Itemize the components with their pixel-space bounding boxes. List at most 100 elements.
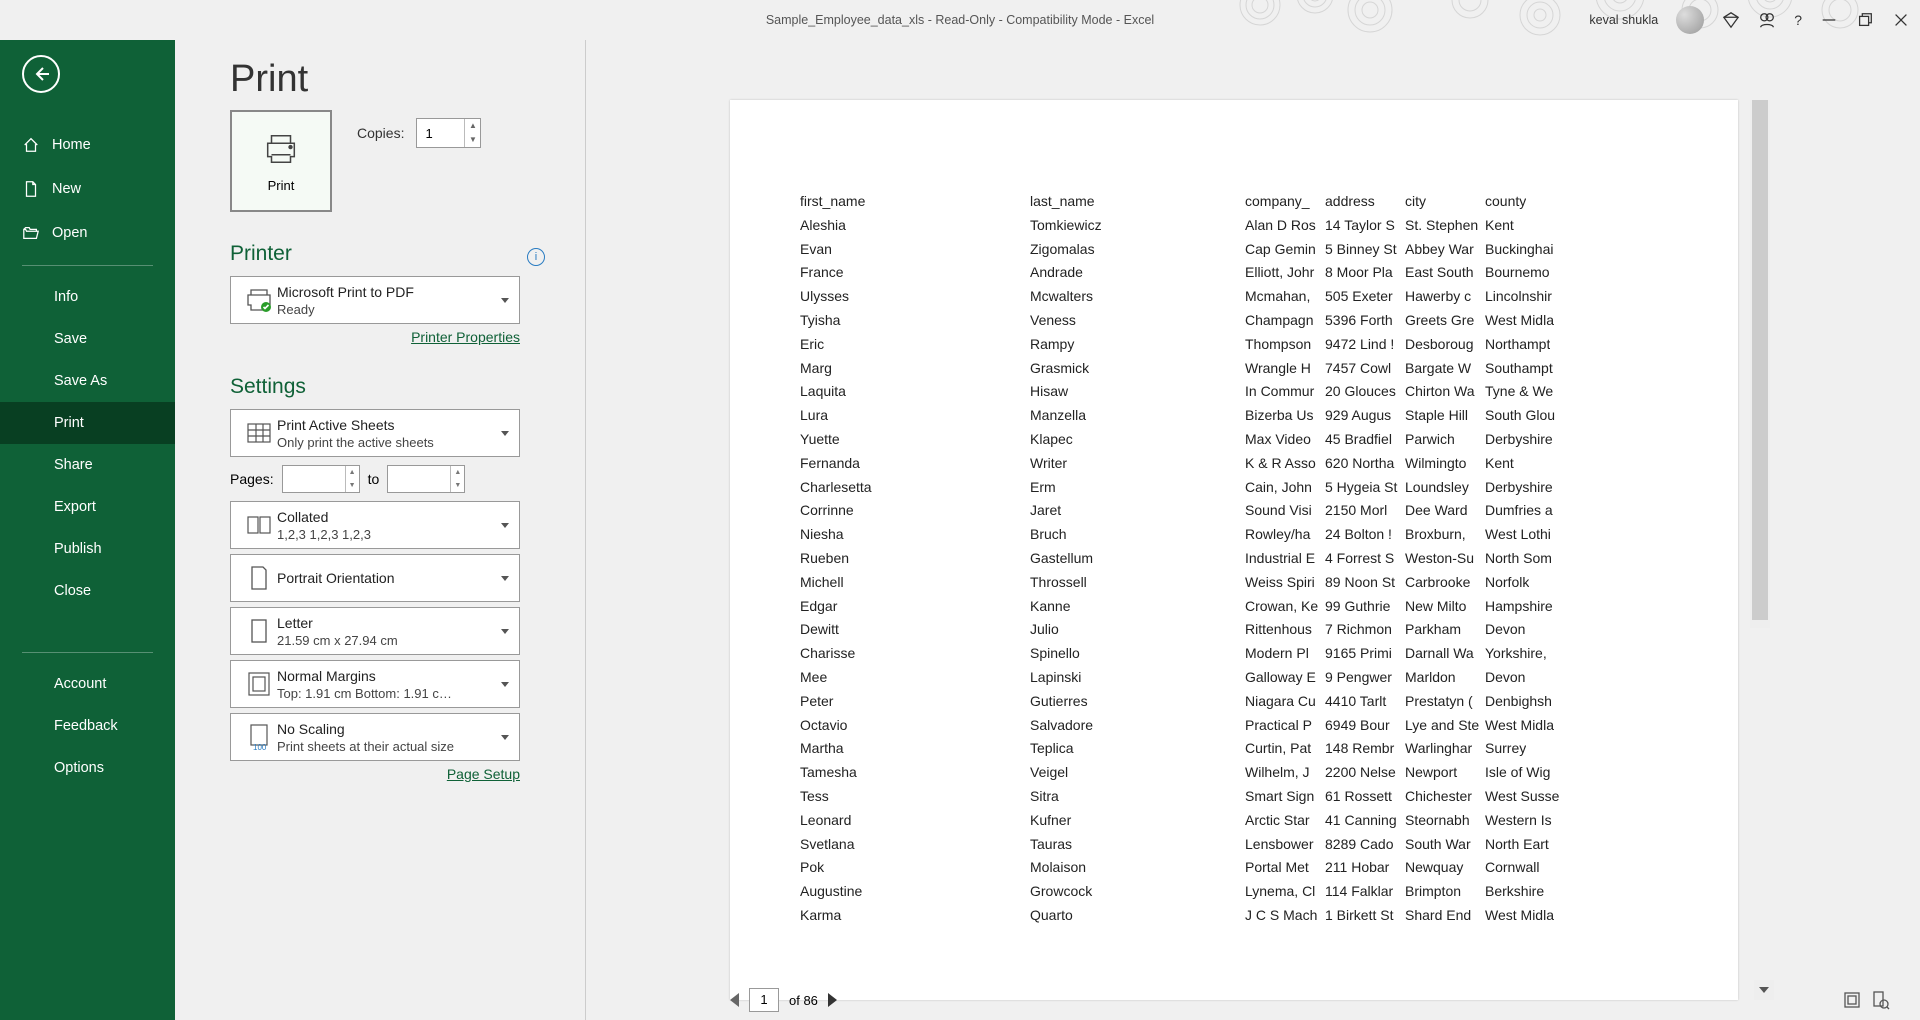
- pages-row: Pages: ▲▼ to ▲▼: [230, 465, 545, 493]
- collate-dropdown[interactable]: Collated 1,2,3 1,2,3 1,2,3: [230, 501, 520, 549]
- chevron-down-icon: [501, 629, 509, 634]
- nav-open[interactable]: Open: [0, 211, 175, 255]
- chevron-down-icon: [501, 523, 509, 528]
- feedback-icon[interactable]: [1758, 11, 1776, 29]
- scale-icon: 100: [241, 723, 277, 751]
- panel-divider: [585, 40, 586, 1020]
- page-icon: [241, 618, 277, 644]
- page-navigation: 1 of 86: [730, 988, 837, 1012]
- page-setup-link[interactable]: Page Setup: [230, 766, 520, 782]
- copies-spinner[interactable]: 1 ▲ ▼: [416, 118, 481, 148]
- print-button[interactable]: Print: [230, 110, 332, 212]
- svg-text:100: 100: [253, 743, 267, 751]
- nav-close[interactable]: Close: [0, 570, 175, 612]
- nav-label: Save: [54, 331, 87, 347]
- scaling-desc: Print sheets at their actual size: [277, 739, 495, 754]
- nav-options[interactable]: Options: [0, 747, 175, 789]
- restore-icon[interactable]: [1856, 11, 1874, 29]
- nav-divider: [22, 652, 153, 653]
- pages-to-input[interactable]: ▲▼: [387, 465, 465, 493]
- print-what-desc: Only print the active sheets: [277, 435, 495, 450]
- nav-new[interactable]: New: [0, 167, 175, 211]
- paper-size-dropdown[interactable]: Letter 21.59 cm x 27.94 cm: [230, 607, 520, 655]
- nav-label: Save As: [54, 373, 107, 389]
- orientation-dropdown[interactable]: Portrait Orientation: [230, 554, 520, 602]
- chevron-down-icon: [501, 298, 509, 303]
- nav-label: Open: [52, 225, 87, 241]
- margins-dropdown[interactable]: Normal Margins Top: 1.91 cm Bottom: 1.91…: [230, 660, 520, 708]
- nav-saveas[interactable]: Save As: [0, 360, 175, 402]
- nav-save[interactable]: Save: [0, 318, 175, 360]
- nav-print[interactable]: Print: [0, 402, 175, 444]
- printer-dropdown[interactable]: Microsoft Print to PDF Ready: [230, 276, 520, 324]
- spinner-down-icon[interactable]: ▼: [465, 133, 480, 147]
- prev-page-button[interactable]: [730, 993, 739, 1007]
- diamond-icon[interactable]: [1722, 11, 1740, 29]
- info-icon[interactable]: i: [527, 248, 545, 266]
- spinner-down-icon[interactable]: ▼: [346, 479, 359, 492]
- total-pages-label: of 86: [789, 993, 818, 1008]
- paper-desc: 21.59 cm x 27.94 cm: [277, 633, 495, 648]
- print-what-dropdown[interactable]: Print Active Sheets Only print the activ…: [230, 409, 520, 457]
- show-margins-icon[interactable]: [1842, 990, 1862, 1010]
- settings-heading: Settings: [230, 375, 545, 399]
- preview-footer: 1 of 86: [730, 980, 1890, 1020]
- nav-export[interactable]: Export: [0, 486, 175, 528]
- back-button[interactable]: [22, 55, 60, 93]
- chevron-down-icon: [501, 735, 509, 740]
- collate-desc: 1,2,3 1,2,3 1,2,3: [277, 527, 495, 542]
- help-icon[interactable]: ?: [1794, 12, 1802, 28]
- print-button-label: Print: [268, 178, 295, 193]
- printer-name: Microsoft Print to PDF: [277, 284, 495, 300]
- folder-open-icon: [22, 224, 40, 242]
- nav-label: Close: [54, 583, 91, 599]
- user-name: keval shukla: [1589, 13, 1658, 27]
- print-settings-panel: Print Copies: 1 ▲ ▼ Printer i Microsoft: [230, 110, 545, 782]
- pages-from-input[interactable]: ▲▼: [282, 465, 360, 493]
- copies-value: 1: [417, 126, 464, 141]
- user-avatar[interactable]: [1676, 6, 1704, 34]
- current-page-input[interactable]: 1: [749, 988, 779, 1012]
- margins-desc: Top: 1.91 cm Bottom: 1.91 c…: [277, 686, 495, 701]
- title-controls: keval shukla ?: [1589, 6, 1910, 34]
- nav-label: Info: [54, 289, 78, 305]
- minimize-icon[interactable]: [1820, 11, 1838, 29]
- scaling-dropdown[interactable]: 100 No Scaling Print sheets at their act…: [230, 713, 520, 761]
- printer-icon: [262, 130, 300, 168]
- close-icon[interactable]: [1892, 11, 1910, 29]
- next-page-button[interactable]: [828, 993, 837, 1007]
- nav-share[interactable]: Share: [0, 444, 175, 486]
- nav-label: Print: [54, 415, 84, 431]
- document-title: Sample_Employee_data_xls - Read-Only - C…: [766, 13, 1154, 27]
- printer-properties-link[interactable]: Printer Properties: [230, 329, 520, 345]
- print-what-label: Print Active Sheets: [277, 417, 495, 433]
- content-area: Print Print Copies: 1 ▲ ▼: [175, 0, 1920, 1020]
- spinner-down-icon[interactable]: ▼: [451, 479, 464, 492]
- home-icon: [22, 136, 40, 154]
- nav-label: Share: [54, 457, 93, 473]
- nav-publish[interactable]: Publish: [0, 528, 175, 570]
- preview-scrollbar[interactable]: [1750, 100, 1770, 628]
- margins-label: Normal Margins: [277, 668, 495, 684]
- nav-account[interactable]: Account: [0, 663, 175, 705]
- spinner-up-icon[interactable]: ▲: [346, 466, 359, 479]
- printer-heading: Printer: [230, 242, 545, 266]
- nav-home[interactable]: Home: [0, 123, 175, 167]
- zoom-controls: [1842, 990, 1890, 1010]
- document-icon: [22, 180, 40, 198]
- nav-label: Export: [54, 499, 96, 515]
- spinner-up-icon[interactable]: ▲: [451, 466, 464, 479]
- nav-label: Publish: [54, 541, 102, 557]
- collate-label: Collated: [277, 509, 495, 525]
- spinner-up-icon[interactable]: ▲: [465, 119, 480, 133]
- margins-icon: [241, 671, 277, 697]
- scroll-thumb[interactable]: [1752, 100, 1768, 620]
- printer-status: Ready: [277, 302, 495, 317]
- nav-info[interactable]: Info: [0, 276, 175, 318]
- collate-icon: [241, 514, 277, 536]
- chevron-down-icon: [501, 576, 509, 581]
- nav-feedback[interactable]: Feedback: [0, 705, 175, 747]
- preview-table: first_namelast_namecompany_addresscityco…: [800, 190, 1668, 928]
- zoom-to-page-icon[interactable]: [1870, 990, 1890, 1010]
- portrait-icon: [241, 565, 277, 591]
